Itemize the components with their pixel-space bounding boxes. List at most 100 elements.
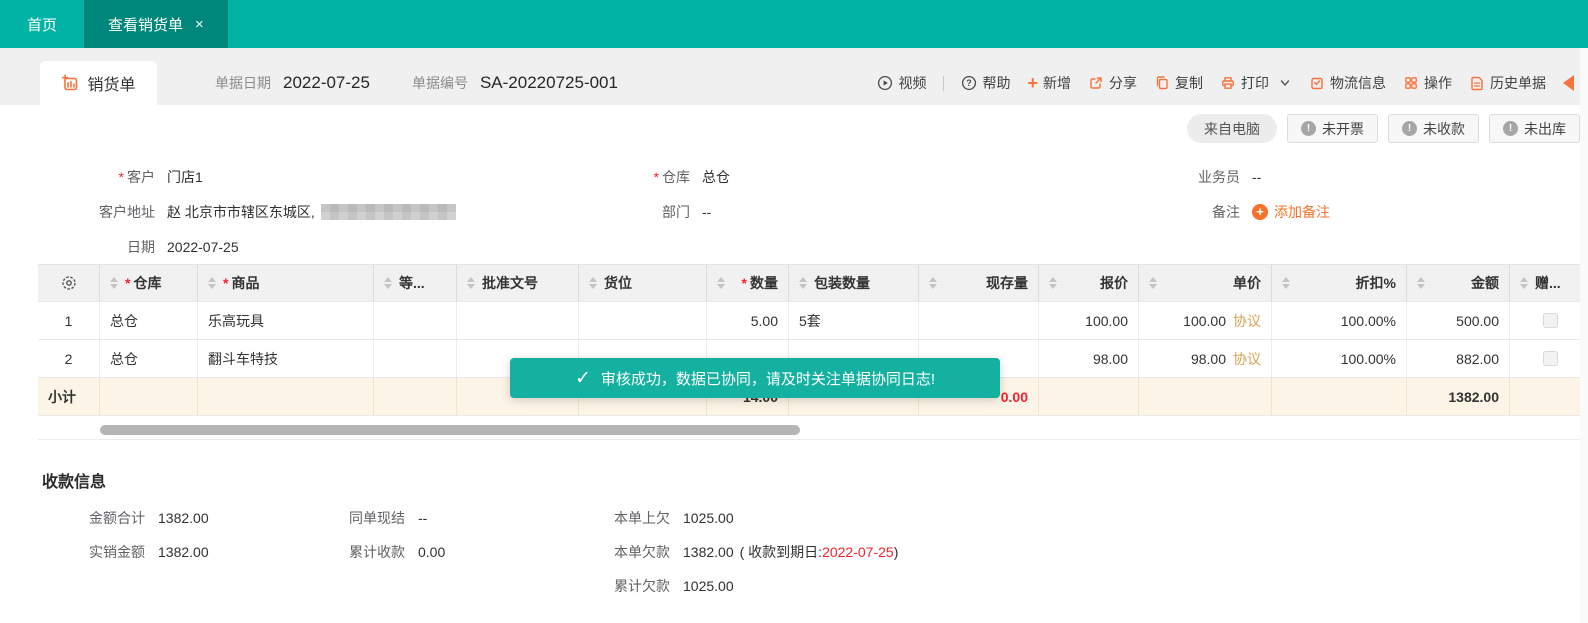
header-grade[interactable]: 等... (374, 265, 457, 301)
header-gift[interactable]: 赠... (1510, 265, 1588, 301)
header-product[interactable]: *商品 (198, 265, 374, 301)
history-button[interactable]: 历史单据 (1469, 73, 1546, 93)
document-toolbar: 销货单 单据日期 2022-07-25 单据编号 SA-20220725-001… (0, 48, 1588, 105)
cell-stock (919, 302, 1039, 339)
cell-qty: 5.00 (707, 302, 789, 339)
close-icon[interactable]: × (195, 16, 204, 33)
remark-field: 备注 + 添加备注 (1100, 202, 1330, 222)
sort-icon[interactable] (1417, 277, 1425, 289)
sort-icon[interactable] (1049, 277, 1057, 289)
video-button[interactable]: 视频 (877, 73, 926, 93)
logistics-button[interactable]: 物流信息 (1309, 73, 1386, 93)
date-value: 2022-07-25 (167, 239, 239, 255)
check-icon: ✓ (575, 367, 591, 390)
cell-quote: 100.00 (1039, 302, 1139, 339)
tab-home[interactable]: 首页 (0, 0, 84, 48)
warehouse-field: *仓库 总仓 (560, 167, 730, 187)
cell-warehouse: 总仓 (100, 340, 198, 377)
header-quantity[interactable]: *数量 (707, 265, 789, 301)
gift-checkbox[interactable] (1543, 313, 1558, 328)
header-approval-no[interactable]: 批准文号 (457, 265, 579, 301)
app-window: 首页 查看销货单 × 销货单 单据日期 2022-07-25 单据编号 SA-2… (0, 0, 1588, 623)
plus-icon: + (1027, 76, 1038, 90)
copy-button[interactable]: 复制 (1154, 73, 1203, 93)
settle-value: -- (418, 510, 427, 526)
cell-approval (457, 302, 579, 339)
cell-grade (374, 302, 457, 339)
share-button[interactable]: 分享 (1088, 73, 1137, 93)
header-warehouse[interactable]: *仓库 (100, 265, 198, 301)
doc-date-label: 单据日期 (215, 73, 271, 93)
sort-icon[interactable] (467, 277, 475, 289)
collapse-left-icon[interactable] (1563, 75, 1574, 91)
plus-circle-icon: + (1252, 204, 1268, 220)
column-settings-button[interactable] (38, 265, 100, 301)
unshipped-badge[interactable]: ! 未出库 (1489, 114, 1580, 143)
due-date-value: 2022-07-25 (822, 544, 894, 560)
price-agreement-tag[interactable]: 协议 (1233, 349, 1261, 369)
add-remark-button[interactable]: + 添加备注 (1252, 202, 1330, 222)
sort-icon[interactable] (1282, 277, 1290, 289)
header-package-qty[interactable]: 包装数量 (789, 265, 919, 301)
date-field: 日期 2022-07-25 (40, 237, 239, 257)
sort-icon[interactable] (799, 277, 807, 289)
vertical-scrollbar-track[interactable] (1580, 48, 1588, 623)
horizontal-scrollbar[interactable] (38, 421, 1588, 440)
sort-icon[interactable] (1149, 277, 1157, 289)
gear-icon (60, 274, 78, 292)
payment-section-title: 收款信息 (42, 468, 106, 492)
actions-button[interactable]: 操作 (1403, 73, 1452, 93)
print-button[interactable]: 打印 (1220, 73, 1269, 93)
prev-debt-value: 1025.00 (683, 510, 734, 526)
department-value: -- (702, 204, 711, 220)
header-location[interactable]: 货位 (579, 265, 707, 301)
gift-checkbox[interactable] (1543, 351, 1558, 366)
due-date-prefix: ( 收款到期日: (740, 542, 822, 562)
header-unit-price[interactable]: 单价 (1139, 265, 1272, 301)
table-header-row: *仓库 *商品 等... 批准文号 货位 *数量 包装数量 现存量 报价 单价 … (38, 264, 1588, 302)
sort-icon[interactable] (208, 277, 216, 289)
sort-icon[interactable] (384, 277, 392, 289)
sort-icon[interactable] (1520, 277, 1528, 289)
header-amount[interactable]: 金额 (1407, 265, 1510, 301)
prev-debt-item: 本单上欠 1025.00 (595, 508, 734, 528)
tab-sales-order-doc[interactable]: 销货单 (40, 61, 157, 105)
amount-total-item: 金额合计 1382.00 (60, 508, 209, 528)
current-debt-value: 1382.00 (683, 544, 734, 560)
top-tab-bar: 首页 查看销货单 × (0, 0, 1588, 48)
chevron-down-icon[interactable] (1278, 76, 1292, 90)
salesman-field: 业务员 -- (1100, 167, 1261, 187)
customer-value[interactable]: 门店1 (167, 167, 203, 187)
sort-icon[interactable] (110, 277, 118, 289)
uninvoiced-badge[interactable]: ! 未开票 (1287, 114, 1378, 143)
sort-icon[interactable] (717, 277, 725, 289)
price-agreement-tag[interactable]: 协议 (1233, 311, 1261, 331)
header-discount[interactable]: 折扣% (1272, 265, 1407, 301)
cell-discount: 100.00% (1272, 340, 1407, 377)
customer-address-value: 赵 北京市市辖区东城区, (167, 202, 315, 222)
subtotal-amount: 1382.00 (1407, 378, 1510, 415)
received-value: 0.00 (418, 544, 445, 560)
cell-warehouse: 总仓 (100, 302, 198, 339)
table-row[interactable]: 1 总仓 乐高玩具 5.00 5套 100.00 100.00协议 100.00… (38, 302, 1588, 340)
warning-icon: ! (1301, 121, 1316, 136)
due-date-suffix: ) (894, 544, 899, 560)
redacted-address-block (321, 204, 456, 220)
source-badge: 来自电脑 (1187, 114, 1277, 143)
row-number: 1 (38, 302, 100, 339)
tab-view-sales-order[interactable]: 查看销货单 × (84, 0, 228, 48)
unpaid-badge[interactable]: ! 未收款 (1388, 114, 1479, 143)
header-quote[interactable]: 报价 (1039, 265, 1139, 301)
scrollbar-thumb[interactable] (100, 425, 800, 435)
sort-icon[interactable] (929, 277, 937, 289)
header-stock[interactable]: 现存量 (919, 265, 1039, 301)
received-item: 累计收款 0.00 (330, 542, 445, 562)
help-button[interactable]: ? 帮助 (961, 73, 1010, 93)
warehouse-value[interactable]: 总仓 (702, 167, 730, 187)
success-toast: ✓ 审核成功，数据已协同，请及时关注单据协同日志! (510, 358, 1000, 398)
help-icon: ? (961, 75, 977, 91)
doc-number-label: 单据编号 (412, 73, 468, 93)
add-button[interactable]: + 新增 (1027, 73, 1071, 93)
sort-icon[interactable] (589, 277, 597, 289)
settle-item: 同单现结 -- (330, 508, 427, 528)
